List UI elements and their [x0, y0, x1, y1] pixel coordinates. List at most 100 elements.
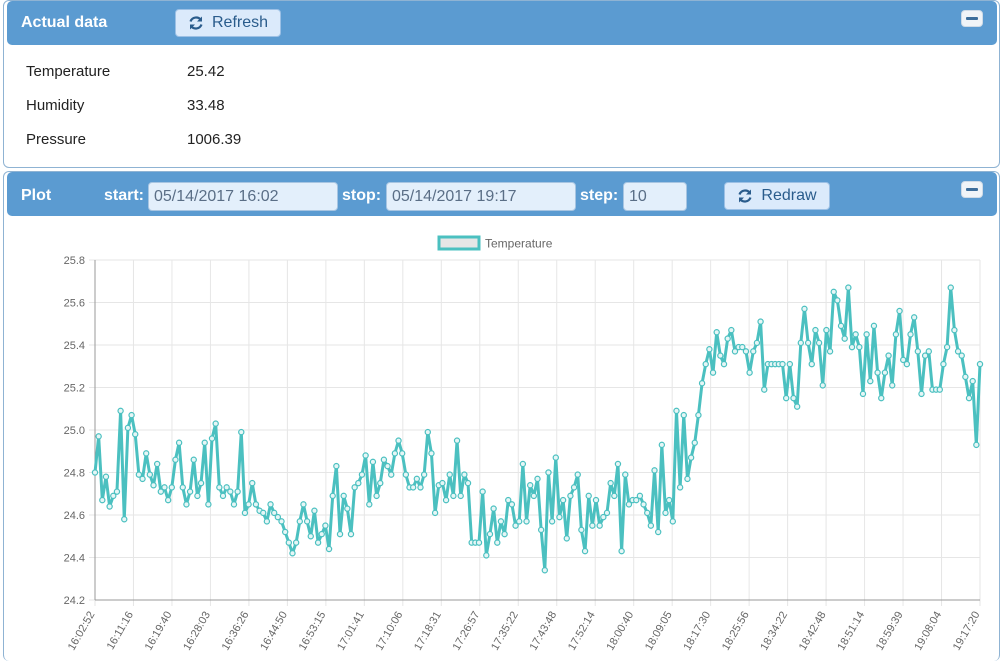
data-point	[757, 318, 764, 325]
data-point	[446, 471, 453, 478]
data-point	[958, 352, 965, 359]
data-point	[234, 488, 241, 495]
redraw-button[interactable]: Redraw	[724, 182, 830, 210]
data-point	[194, 492, 201, 500]
refresh-label: Refresh	[211, 14, 269, 31]
data-point	[556, 513, 563, 521]
refresh-icon	[189, 16, 203, 30]
minus-icon	[966, 188, 978, 191]
data-point	[779, 360, 786, 368]
data-point	[607, 479, 614, 487]
data-point	[808, 360, 815, 368]
data-point	[622, 471, 629, 478]
data-point	[450, 492, 457, 500]
data-point	[852, 331, 859, 338]
data-point	[801, 305, 808, 313]
data-point	[91, 469, 99, 476]
y-tick-label: 24.8	[64, 468, 85, 480]
data-point	[501, 530, 508, 538]
step-label: step:	[580, 187, 619, 204]
data-point	[962, 373, 969, 381]
data-point	[208, 435, 216, 442]
data-point	[793, 403, 801, 410]
data-point	[892, 331, 900, 338]
x-tick-label: 17:52:14	[566, 610, 598, 652]
data-point	[314, 539, 322, 546]
data-point	[907, 331, 914, 338]
data-point	[545, 469, 552, 476]
data-point	[720, 360, 728, 368]
data-point	[761, 386, 768, 393]
refresh-button[interactable]: Refresh	[175, 9, 281, 37]
data-point	[782, 394, 790, 402]
step-input[interactable]	[623, 182, 687, 211]
data-point	[464, 479, 472, 487]
data-point	[567, 492, 574, 500]
data-point	[885, 352, 892, 359]
data-point	[179, 484, 186, 491]
data-point	[340, 492, 347, 500]
start-label: start:	[104, 187, 145, 204]
data-point	[651, 467, 658, 474]
data-point	[249, 479, 256, 487]
data-point	[461, 471, 468, 478]
data-point	[245, 501, 252, 508]
data-point	[336, 530, 344, 538]
data-point	[914, 348, 922, 355]
data-point	[164, 496, 172, 504]
collapse-actual-button[interactable]	[961, 10, 983, 27]
humidity-row: Humidity 33.48	[26, 97, 225, 114]
data-point	[325, 545, 333, 553]
x-tick-label: 18:42:48	[797, 610, 829, 652]
data-point	[724, 335, 731, 342]
y-tick-label: 24.4	[64, 553, 85, 565]
minus-icon	[966, 17, 978, 20]
data-point	[753, 339, 761, 347]
data-point	[662, 509, 669, 517]
data-point	[523, 518, 530, 525]
data-point	[457, 492, 464, 500]
data-point	[106, 503, 113, 510]
data-point	[786, 360, 794, 368]
data-point	[161, 484, 168, 491]
data-point	[534, 475, 541, 483]
data-point	[581, 547, 589, 555]
data-point	[417, 484, 424, 491]
x-tick-label: 18:17:30	[681, 610, 713, 652]
data-point	[366, 501, 373, 508]
data-point	[439, 479, 446, 487]
refresh-icon	[738, 189, 752, 203]
data-point	[344, 505, 351, 512]
start-input[interactable]	[148, 182, 338, 211]
data-point	[289, 550, 296, 557]
data-point	[285, 539, 293, 546]
redraw-label: Redraw	[761, 187, 817, 204]
collapse-plot-button[interactable]	[961, 181, 983, 198]
y-tick-label: 24.2	[64, 595, 85, 607]
data-point	[614, 460, 622, 468]
data-point	[713, 329, 720, 336]
plot-header: Plot start: stop: step: Redraw	[7, 172, 997, 216]
data-point	[238, 428, 245, 436]
data-point	[746, 369, 753, 376]
data-point	[424, 428, 431, 436]
data-point	[940, 360, 947, 368]
data-point	[687, 454, 695, 461]
data-point	[303, 518, 311, 525]
data-point	[146, 471, 154, 478]
data-point	[709, 369, 717, 376]
x-tick-label: 16:44:50	[258, 610, 290, 652]
data-point	[186, 488, 194, 495]
actual-data-header: Actual data Refresh	[7, 1, 997, 45]
data-point	[790, 394, 797, 402]
data-point	[132, 431, 139, 438]
x-tick-label: 19:17:20	[951, 610, 983, 652]
data-point	[965, 394, 973, 402]
data-point	[702, 360, 709, 368]
stop-input[interactable]	[386, 182, 576, 211]
data-point	[742, 348, 750, 355]
data-point	[541, 567, 549, 574]
data-point	[618, 547, 625, 555]
data-point	[212, 420, 219, 427]
data-point	[409, 484, 417, 491]
